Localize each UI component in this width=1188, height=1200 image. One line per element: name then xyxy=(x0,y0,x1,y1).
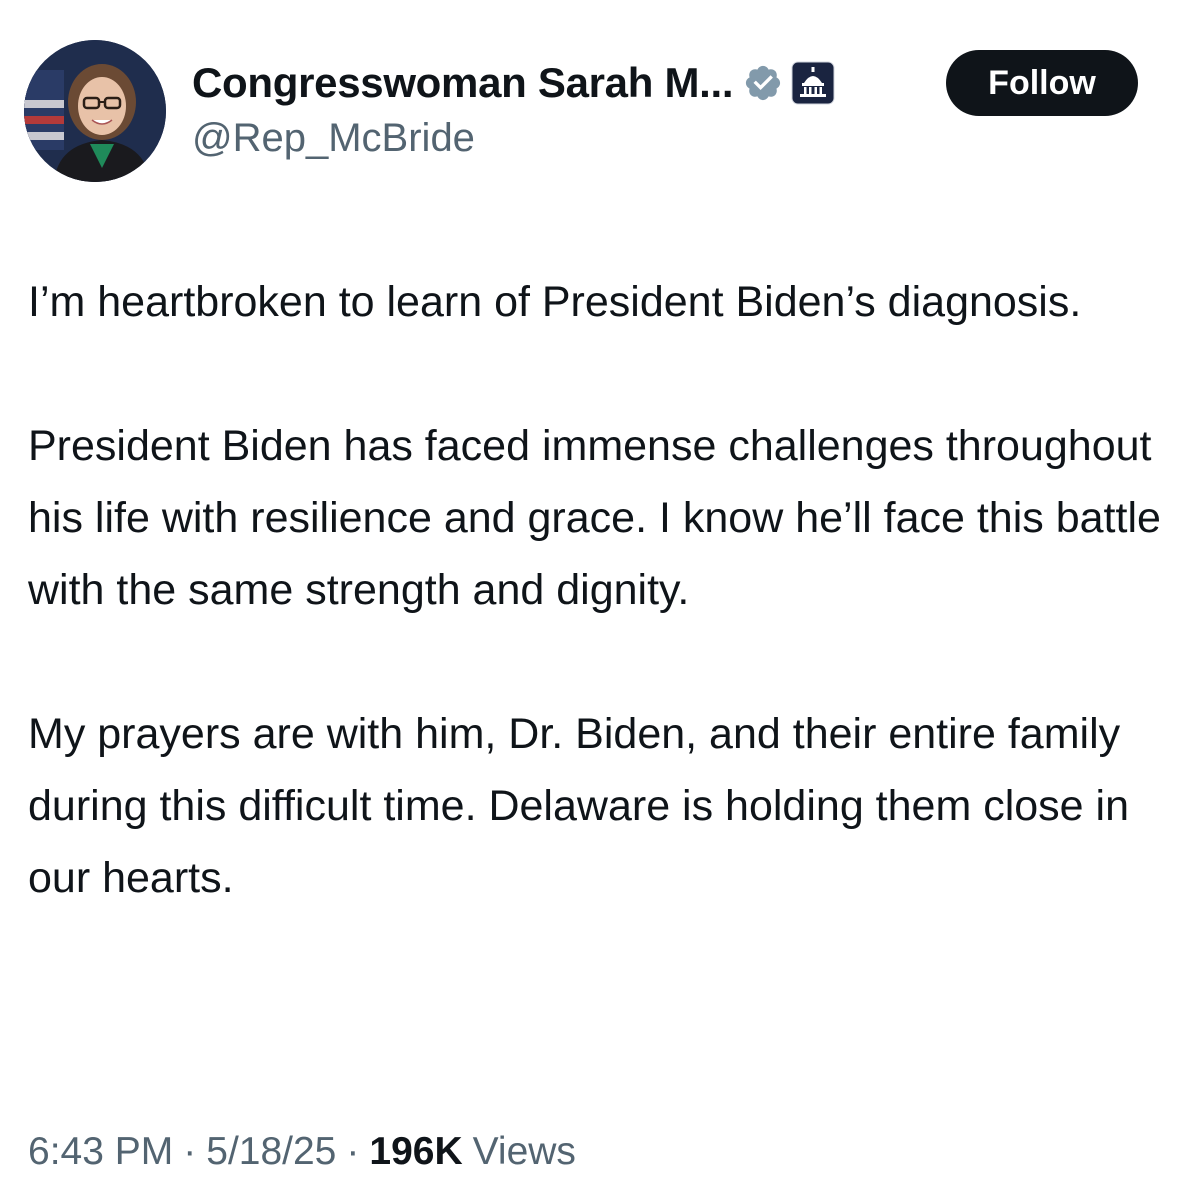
tweet-paragraph: I’m heartbroken to learn of President Bi… xyxy=(28,278,1082,326)
author-display-name[interactable]: Congresswoman Sarah M... xyxy=(192,59,734,107)
tweet-text: I’m heartbroken to learn of President Bi… xyxy=(28,266,1168,914)
avatar-image xyxy=(24,40,166,182)
author-handle[interactable]: @Rep_McBride xyxy=(192,116,475,161)
meta-separator: · xyxy=(183,1130,197,1173)
tweet-paragraph: My prayers are with him, Dr. Biden, and … xyxy=(28,710,1130,902)
follow-button[interactable]: Follow xyxy=(946,50,1138,116)
tweet-card: Congresswoman Sarah M... @Rep_McBride Fo… xyxy=(0,0,1188,1200)
meta-separator: · xyxy=(346,1130,360,1173)
capitol-building-icon[interactable] xyxy=(791,61,835,105)
avatar[interactable] xyxy=(24,40,166,182)
tweet-time[interactable]: 6:43 PM xyxy=(28,1130,173,1174)
views-count[interactable]: 196K xyxy=(369,1130,462,1174)
tweet-paragraph: President Biden has faced immense challe… xyxy=(28,422,1161,614)
verified-badge-icon[interactable] xyxy=(743,63,783,103)
tweet-meta: 6:43 PM · 5/18/25 · 196K Views xyxy=(28,1130,576,1174)
tweet-date[interactable]: 5/18/25 xyxy=(206,1130,336,1174)
views-label: Views xyxy=(472,1130,576,1173)
author-name-row: Congresswoman Sarah M... xyxy=(192,52,835,114)
